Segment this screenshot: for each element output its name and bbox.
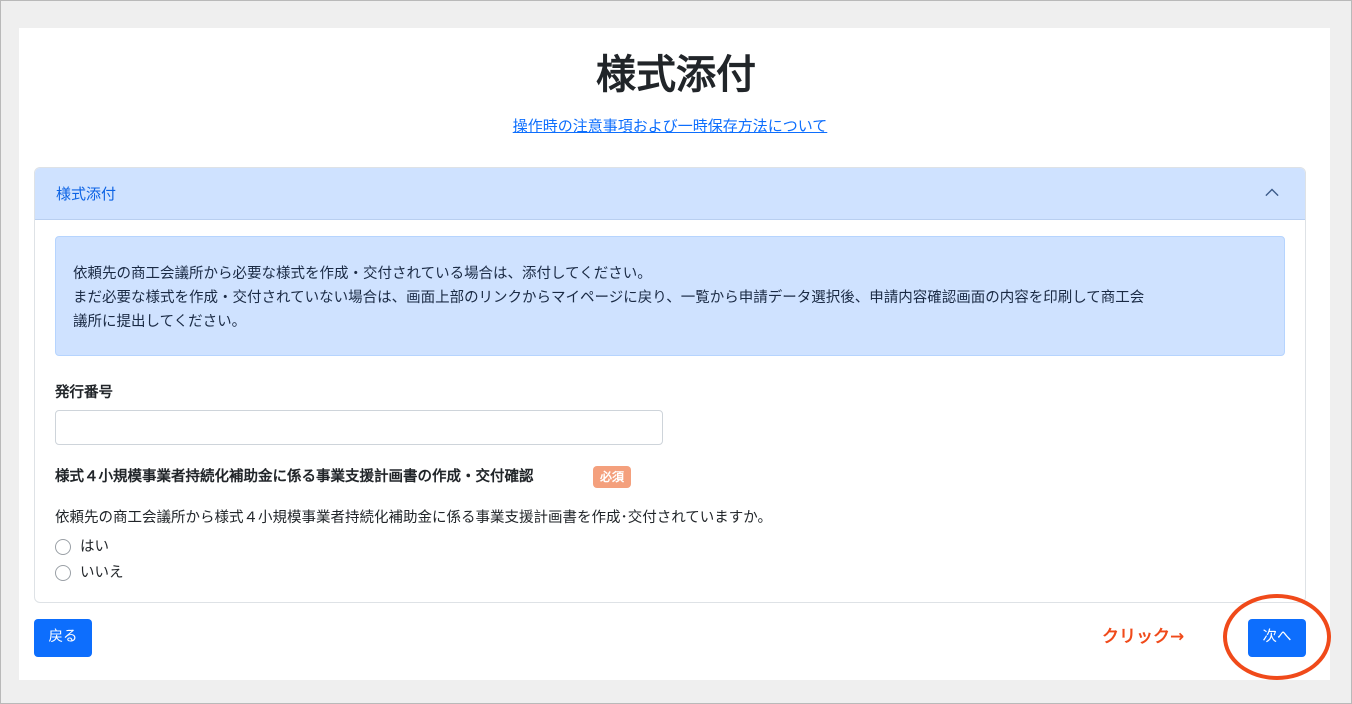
info-line: まだ必要な様式を作成・交付されていない場合は、画面上部のリンクからマイページに戻… bbox=[73, 290, 1145, 306]
info-alert: 依頼先の商工会議所から必要な様式を作成・交付されている場合は、添付してください。… bbox=[55, 236, 1285, 356]
click-annotation: クリック→ bbox=[1102, 627, 1185, 647]
info-line: 議所に提出してください。 bbox=[73, 314, 247, 330]
issue-number-input[interactable] bbox=[55, 410, 663, 445]
issue-number-label: 発行番号 bbox=[55, 385, 113, 401]
radio-button[interactable] bbox=[55, 565, 71, 581]
notice-link[interactable]: 操作時の注意事項および一時保存方法について bbox=[0, 116, 1340, 136]
chevron-up-icon bbox=[1265, 188, 1279, 197]
accordion-header[interactable]: 様式添付 bbox=[35, 168, 1305, 220]
info-line: 依頼先の商工会議所から必要な様式を作成・交付されている場合は、添付してください。 bbox=[73, 266, 652, 282]
back-button[interactable]: 戻る bbox=[34, 619, 92, 657]
radio-label: はい bbox=[80, 539, 109, 555]
attachment-accordion: 様式添付 依頼先の商工会議所から必要な様式を作成・交付されている場合は、添付して… bbox=[34, 167, 1306, 603]
radio-button[interactable] bbox=[55, 539, 71, 555]
confirmation-label: 様式４小規模事業者持続化補助金に係る事業支援計画書の作成・交付確認 bbox=[55, 469, 534, 485]
radio-label: いいえ bbox=[80, 565, 124, 581]
confirmation-question: 依頼先の商工会議所から様式４小規模事業者持続化補助金に係る事業支援計画書を作成･… bbox=[55, 510, 773, 526]
required-badge: 必須 bbox=[593, 466, 631, 488]
accordion-header-label: 様式添付 bbox=[56, 185, 117, 203]
page-title: 様式添付 bbox=[596, 52, 756, 98]
info-text: 依頼先の商工会議所から必要な様式を作成・交付されている場合は、添付してください。… bbox=[73, 262, 1273, 334]
highlight-circle bbox=[1223, 594, 1331, 680]
